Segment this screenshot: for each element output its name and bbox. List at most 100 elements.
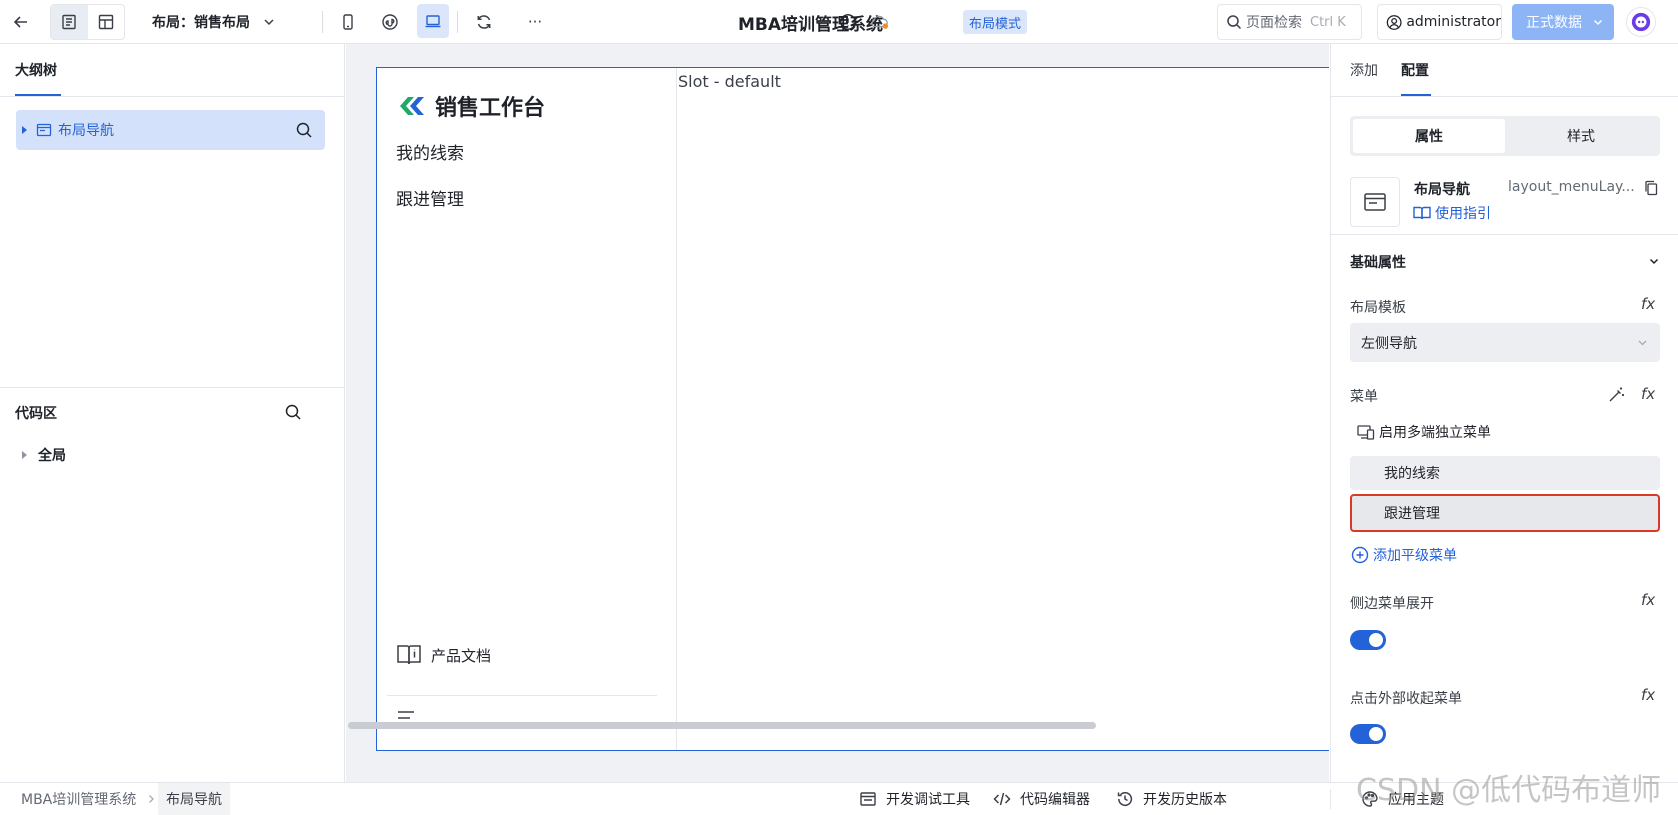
history-icon — [1117, 792, 1133, 807]
caret-right-icon[interactable] — [22, 126, 27, 134]
ai-assistant-icon — [1631, 12, 1651, 32]
horizontal-scrollbar[interactable] — [348, 722, 1096, 729]
divider — [1331, 234, 1678, 235]
search-icon[interactable] — [284, 403, 302, 421]
layout-selector-label: 布局：销售布局 — [152, 15, 250, 31]
section-basic-properties[interactable]: 基础属性 — [1350, 252, 1406, 272]
miniprogram-icon — [382, 14, 398, 30]
more-icon: ··· — [527, 13, 543, 31]
back-button[interactable] — [4, 6, 38, 38]
tab-config[interactable]: 配置 — [1401, 44, 1429, 96]
divider — [0, 387, 345, 388]
fx-icon[interactable]: fx — [1641, 686, 1655, 704]
divider — [1330, 789, 1331, 809]
divider — [457, 11, 458, 33]
add-sibling-menu-label: 添加平级菜单 — [1373, 548, 1457, 564]
multi-terminal-menu-label: 启用多端独立菜单 — [1379, 425, 1491, 441]
layout-component-icon — [1364, 193, 1386, 211]
chevron-down-icon[interactable] — [1648, 255, 1660, 267]
cloud-sync-status[interactable] — [868, 12, 892, 32]
dev-history-button[interactable]: 开发历史版本 — [1116, 783, 1227, 815]
more-button[interactable]: ··· — [518, 6, 552, 38]
menu-config-item-my-leads[interactable]: 我的线索 — [1350, 456, 1660, 490]
usage-guide-label: 使用指引 — [1435, 206, 1491, 222]
layout-template-select[interactable]: 左侧导航 — [1350, 323, 1660, 362]
brand-logo-icon — [400, 97, 424, 115]
refresh-button[interactable] — [467, 6, 501, 38]
prop-label-menu: 菜单 — [1350, 389, 1378, 405]
magic-wand-icon[interactable] — [1607, 386, 1625, 404]
user-menu[interactable]: administrator — [1377, 4, 1502, 40]
device-miniprogram-button[interactable] — [373, 6, 407, 38]
tab-outline-tree[interactable]: 大纲树 — [15, 44, 57, 96]
product-docs-label: 产品文档 — [431, 646, 492, 665]
search-icon — [1227, 15, 1242, 30]
layout-mode-tag: 布局模式 — [963, 10, 1028, 34]
component-thumbnail — [1350, 177, 1400, 227]
data-environment-button[interactable]: 正式数据 — [1512, 4, 1614, 40]
user-name: administrator — [1406, 14, 1501, 30]
preview-side-nav: 销售工作台 我的线索 跟进管理 产品文档 — [377, 68, 677, 750]
tree-node-label: 布局导航 — [58, 123, 114, 139]
side-expand-switch[interactable] — [1350, 630, 1386, 650]
brand: 销售工作台 — [397, 90, 545, 122]
nav-item-my-leads[interactable]: 我的线索 — [396, 139, 464, 164]
menu-config-item-follow-up[interactable]: 跟进管理 — [1350, 494, 1660, 532]
code-editor-button[interactable]: 代码编辑器 — [993, 783, 1090, 815]
breadcrumb-app[interactable]: MBA培训管理系统 — [21, 783, 136, 815]
search-icon[interactable] — [295, 121, 313, 139]
divider — [387, 695, 657, 696]
refresh-icon — [477, 15, 491, 29]
page-view-button[interactable] — [51, 5, 88, 39]
collapse-outside-switch[interactable] — [1350, 724, 1386, 744]
copy-icon[interactable] — [1643, 180, 1659, 196]
breadcrumb-current[interactable]: 布局导航 — [158, 783, 230, 815]
app-info-button[interactable] — [838, 12, 858, 32]
fx-icon[interactable]: fx — [1641, 295, 1655, 313]
book-open-icon — [1413, 206, 1431, 220]
product-docs-link[interactable]: 产品文档 — [396, 642, 491, 668]
chevron-down-icon — [1593, 19, 1603, 26]
app-title: MBA培训管理系统 — [738, 14, 884, 35]
layout-selector[interactable]: 布局：销售布局 — [152, 0, 276, 44]
data-environment-label: 正式数据 — [1526, 15, 1582, 31]
code-node-global[interactable]: 全局 — [22, 445, 66, 465]
chevron-right-icon — [149, 795, 154, 803]
dev-debug-tool-label: 开发调试工具 — [886, 792, 970, 808]
plus-circle-icon — [1351, 546, 1369, 564]
code-editor-label: 代码编辑器 — [1020, 792, 1090, 808]
caret-right-icon — [22, 451, 27, 459]
segment-properties[interactable]: 属性 — [1353, 119, 1505, 153]
search-placeholder: 页面检索 — [1246, 15, 1302, 31]
nav-item-follow-up[interactable]: 跟进管理 — [396, 185, 464, 210]
divider — [0, 96, 345, 97]
document-icon — [62, 14, 76, 30]
layout-component-icon — [36, 123, 52, 137]
device-mobile-button[interactable] — [331, 6, 365, 38]
cloud-icon — [871, 15, 889, 29]
search-shortcut: Ctrl K — [1310, 14, 1346, 30]
design-canvas: 销售工作台 我的线索 跟进管理 产品文档 Slot - default — [346, 44, 1329, 782]
device-pc-button[interactable] — [417, 4, 449, 38]
fx-icon[interactable]: fx — [1641, 591, 1655, 609]
fx-icon[interactable]: fx — [1641, 385, 1655, 403]
layout-template-value: 左侧导航 — [1361, 335, 1417, 352]
multi-terminal-menu-toggle[interactable]: 启用多端独立菜单 — [1357, 422, 1491, 442]
user-icon — [1386, 14, 1402, 30]
property-style-switch: 属性 样式 — [1350, 116, 1660, 156]
segment-styles[interactable]: 样式 — [1505, 119, 1657, 153]
prop-label-collapse-outside: 点击外部收起菜单 — [1350, 691, 1462, 707]
layout-view-button[interactable] — [88, 5, 125, 39]
code-area-title: 代码区 — [15, 406, 57, 422]
page-search-input[interactable]: 页面检索 Ctrl K — [1217, 4, 1362, 40]
tab-add[interactable]: 添加 — [1350, 44, 1378, 96]
info-icon — [840, 14, 856, 30]
ai-assistant-button[interactable] — [1626, 7, 1656, 37]
tree-node-layout-nav[interactable]: 布局导航 — [16, 110, 325, 150]
book-icon — [397, 645, 421, 665]
devices-icon — [1357, 425, 1375, 440]
layout-preview-frame[interactable]: 销售工作台 我的线索 跟进管理 产品文档 Slot - default — [376, 67, 1329, 751]
usage-guide-link[interactable]: 使用指引 — [1413, 203, 1491, 223]
dev-debug-tool-button[interactable]: 开发调试工具 — [859, 783, 970, 815]
add-sibling-menu-button[interactable]: 添加平级菜单 — [1351, 545, 1457, 565]
